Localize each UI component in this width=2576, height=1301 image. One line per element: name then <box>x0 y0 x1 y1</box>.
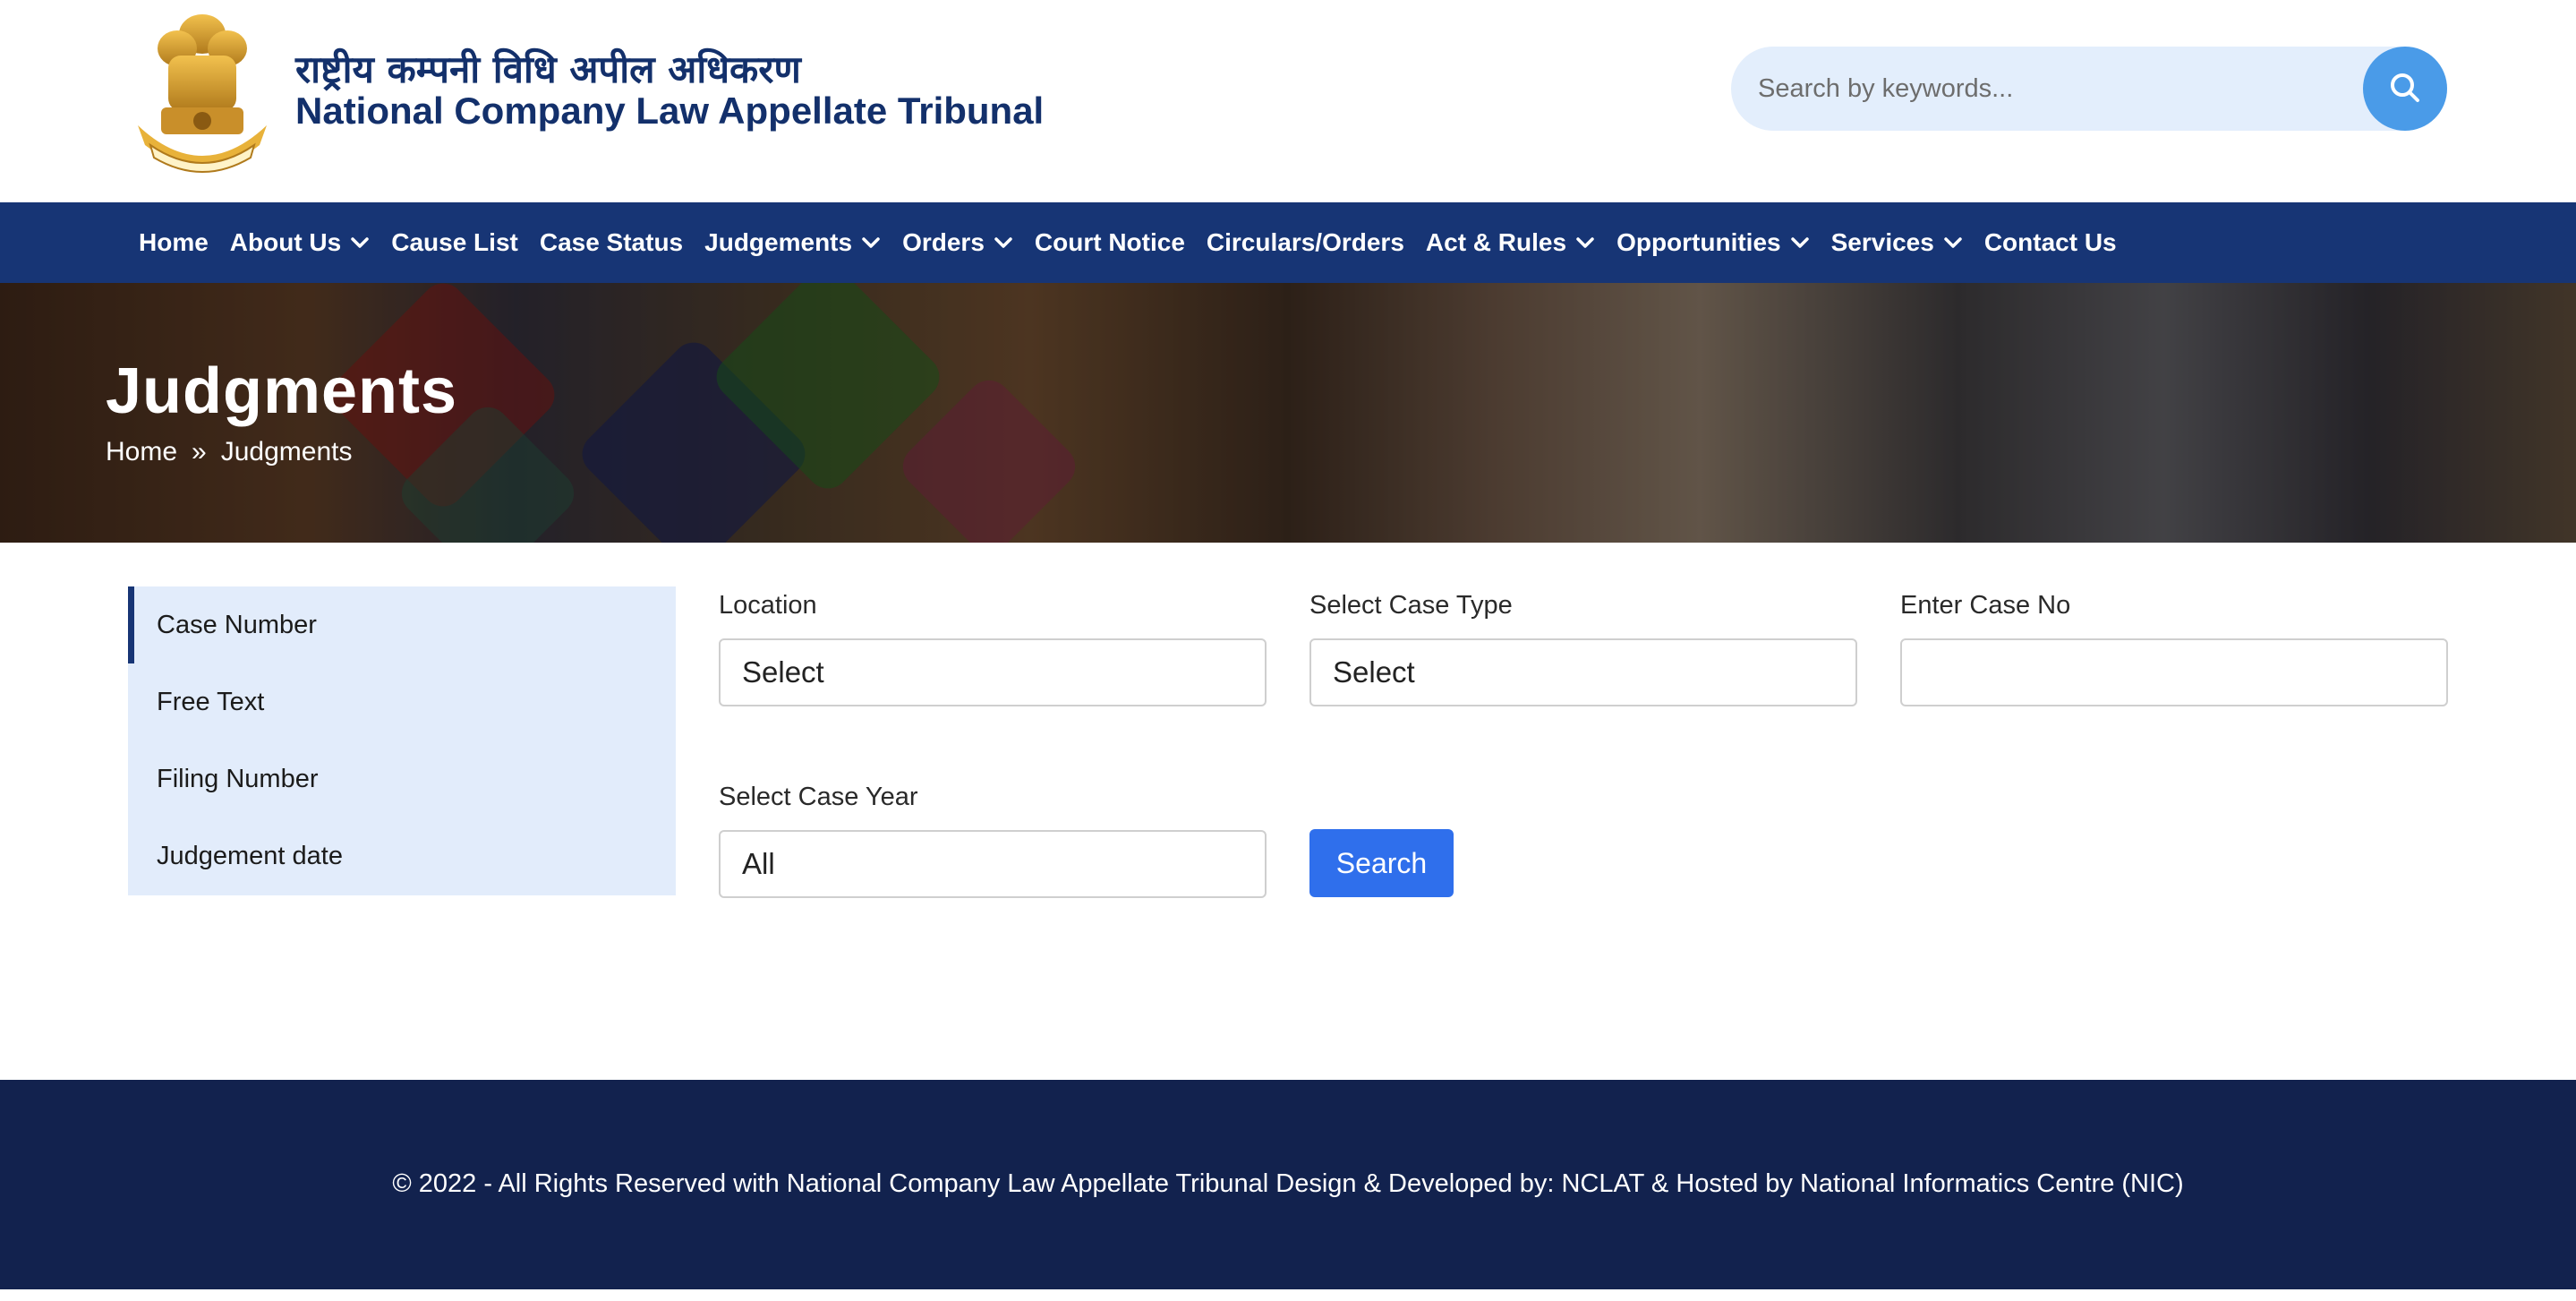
breadcrumb-home-link[interactable]: Home <box>106 437 177 467</box>
nav-item-case-status[interactable]: Case Status <box>540 202 683 283</box>
nav-item-label: Case Status <box>539 228 684 256</box>
nav-item-label: Cause List <box>391 228 518 256</box>
site-header: राष्ट्रीय कम्पनी विधि अपील अधिकरण Nation… <box>0 0 2576 202</box>
sidebar-item-judgement-date[interactable]: Judgement date <box>128 817 676 894</box>
breadcrumb: Home » Judgments <box>106 437 352 467</box>
location-select-value: Select <box>742 655 824 689</box>
nav-item-contact-us[interactable]: Contact Us <box>1984 202 2117 283</box>
case-year-select-value: All <box>742 847 775 880</box>
nav-item-act-rules[interactable]: Act & Rules <box>1426 202 1595 283</box>
search-type-sidebar: Case Number Free Text Filing Number Judg… <box>128 586 676 895</box>
case-no-input[interactable] <box>1900 638 2448 706</box>
case-no-label: Enter Case No <box>1900 591 2071 620</box>
case-year-select[interactable]: All <box>719 830 1267 898</box>
footer-copyright: © 2022 - All Rights Reserved with Nation… <box>392 1169 2184 1198</box>
nav-item-services[interactable]: Services <box>1831 202 1963 283</box>
case-year-label: Select Case Year <box>719 783 918 811</box>
sidebar-item-label: Judgement date <box>157 841 343 870</box>
nav-item-circulars-orders[interactable]: Circulars/Orders <box>1207 202 1404 283</box>
sidebar-item-case-number[interactable]: Case Number <box>128 586 676 663</box>
breadcrumb-separator: » <box>192 437 207 466</box>
nav-item-court-notice[interactable]: Court Notice <box>1035 202 1185 283</box>
nav-item-home[interactable]: Home <box>139 202 209 283</box>
nav-item-label: About Us <box>229 228 342 256</box>
nav-item-label: Act & Rules <box>1425 228 1567 256</box>
sidebar-item-label: Case Number <box>157 610 317 639</box>
site-title-hindi: राष्ट्रीय कम्पनी विधि अपील अधिकरण <box>295 47 801 91</box>
case-type-select[interactable]: Select <box>1309 638 1857 706</box>
chevron-down-icon <box>1790 236 1810 249</box>
main-navigation: Home About Us Cause List Case Status Judgeme… <box>0 202 2576 283</box>
chevron-down-icon <box>994 236 1013 249</box>
breadcrumb-current: Judgments <box>220 437 353 466</box>
nav-item-label: Orders <box>902 228 985 256</box>
nav-item-opportunities[interactable]: Opportunities <box>1616 202 1810 283</box>
site-title-english: National Company Law Appellate Tribunal <box>295 90 1045 132</box>
keyword-search-input[interactable] <box>1758 47 2331 131</box>
nav-list: Home About Us Cause List Case Status Judgeme… <box>0 202 2576 283</box>
nav-item-label: Court Notice <box>1034 228 1185 256</box>
case-type-select-value: Select <box>1333 655 1415 689</box>
sidebar-item-label: Filing Number <box>157 764 319 793</box>
sidebar-item-filing-number[interactable]: Filing Number <box>128 740 676 817</box>
nav-item-cause-list[interactable]: Cause List <box>391 202 518 283</box>
case-type-label: Select Case Type <box>1309 591 1513 620</box>
nav-item-label: Opportunities <box>1616 228 1781 256</box>
chevron-down-icon <box>1943 236 1963 249</box>
national-emblem-logo[interactable] <box>129 11 276 177</box>
chevron-down-icon <box>861 236 881 249</box>
nav-item-orders[interactable]: Orders <box>902 202 1013 283</box>
chevron-down-icon <box>350 236 370 249</box>
search-button[interactable]: Search <box>1309 829 1454 897</box>
sidebar-item-label: Free Text <box>157 687 265 716</box>
page-banner: Judgments Home » Judgments <box>0 283 2576 543</box>
header-search-button[interactable] <box>2363 47 2447 131</box>
chevron-down-icon <box>1575 236 1595 249</box>
nav-item-label: Contact Us <box>1983 228 2117 256</box>
nav-item-label: Home <box>139 228 209 256</box>
nav-item-label: Circulars/Orders <box>1206 228 1404 256</box>
location-label: Location <box>719 591 817 620</box>
search-icon <box>2387 70 2423 108</box>
nav-item-judgements[interactable]: Judgements <box>704 202 881 283</box>
nav-item-label: Services <box>1830 228 1934 256</box>
sidebar-item-free-text[interactable]: Free Text <box>128 663 676 740</box>
site-footer: © 2022 - All Rights Reserved with Nation… <box>0 1080 2576 1289</box>
nav-item-label: Judgements <box>704 228 853 256</box>
location-select[interactable]: Select <box>719 638 1267 706</box>
nav-item-about-us[interactable]: About Us <box>230 202 370 283</box>
page-title: Judgments <box>106 355 458 427</box>
header-search <box>1731 47 2447 131</box>
